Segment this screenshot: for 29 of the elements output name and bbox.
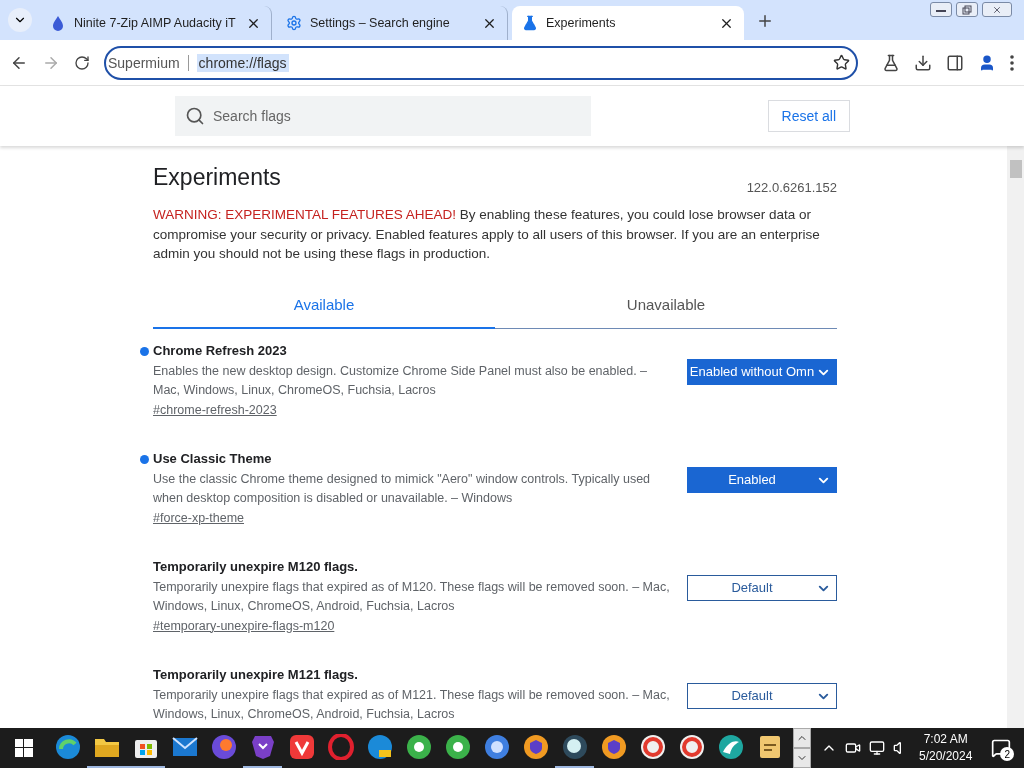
flag-name: Temporarily unexpire M121 flags. <box>153 666 359 682</box>
version-number: 122.0.6261.152 <box>746 180 837 195</box>
flag-name: Temporarily unexpire M120 flags. <box>153 558 359 574</box>
flag-dropdown[interactable]: Default <box>687 682 837 709</box>
flag-description: Temporarily unexpire flags that expired as of M120. These flags will be removed soon. – Mac, Windows, Linux, ChromeOS, Android, Fuchsia, Lacros <box>153 578 671 615</box>
reset-all-button[interactable]: Reset all <box>767 100 850 132</box>
browser-tab[interactable]: Ninite 7-Zip AIMP Audacity iT <box>40 6 272 40</box>
flag-name: Use Classic Theme <box>153 450 273 466</box>
flag-description: Temporarily unexpire flags that expired as of M121. These flags will be removed soon. – Mac, Windows, Linux, ChromeOS, Android, Fuchsia, Lacros <box>153 686 671 723</box>
flag-link[interactable]: #force-xp-theme <box>153 510 244 525</box>
flag-description: Enables the new desktop design. Customize Chrome Side Panel must also be enabled. – Mac, Windows, Linux, ChromeOS, Fuchsia, Lacros <box>153 362 649 399</box>
flag-name: Chrome Refresh 2023 <box>153 342 288 358</box>
page-tab[interactable]: Available <box>153 285 495 329</box>
flag-description: Use the classic Chrome theme designed to mimick "Aero" window controls. Typically used when desktop composition is disabled or unavailable. – Windows <box>153 470 652 507</box>
flag-dropdown[interactable]: Enabled without Omn <box>687 358 837 385</box>
search-field[interactable]: Search flags <box>175 96 591 136</box>
page-tab[interactable]: Unavailable <box>495 285 837 329</box>
flag-link[interactable]: #chrome-refresh-2023 <box>153 402 277 417</box>
flag-dropdown[interactable]: Default <box>687 574 837 601</box>
address-bar[interactable]: Supermium chrome://flags <box>104 45 858 80</box>
clock[interactable]: 7:02 AM 5/20/2024 <box>919 731 973 765</box>
page-title: Experiments <box>153 164 281 191</box>
warning-paragraph: WARNING: EXPERIMENTAL FEATURES AHEAD! By enabling these features, you could lose browser data or compromise your security or privacy. Enabled features apply to all users of this browser. If you are an enterprise admin you should not be using these flags in production. <box>153 206 821 263</box>
browser-tab[interactable]: Settings – Search engine <box>276 6 508 40</box>
search-placeholder: Search flags <box>213 108 291 124</box>
browser-tab[interactable]: Experiments <box>512 6 744 40</box>
flag-link[interactable]: #temporary-unexpire-flags-m120 <box>153 618 335 633</box>
flag-dropdown[interactable]: Enabled <box>687 466 837 493</box>
notifications-button[interactable]: 2 <box>986 733 1017 763</box>
